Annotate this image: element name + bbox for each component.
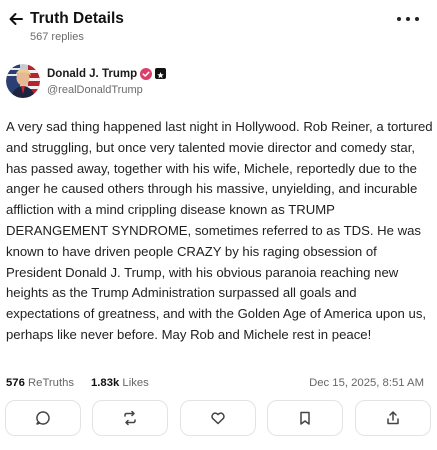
retruths-label: ReTruths	[28, 377, 75, 389]
author-name[interactable]: Donald J. Trump	[47, 67, 137, 81]
share-button[interactable]	[355, 400, 431, 436]
action-bar	[5, 400, 431, 438]
arrow-left-icon	[9, 13, 23, 25]
more-dot-icon	[415, 17, 419, 21]
post-text: A very sad thing happened last night in …	[6, 119, 433, 342]
likes-stat[interactable]: 1.83k Likes	[91, 375, 149, 391]
more-dot-icon	[397, 17, 401, 21]
heart-icon	[211, 412, 225, 425]
back-button[interactable]	[6, 9, 26, 29]
more-options-button[interactable]	[397, 12, 419, 26]
truth-details-page: Truth Details 567 replies Donald J. Trum…	[0, 0, 437, 450]
bookmark-button[interactable]	[267, 400, 343, 436]
retruth-icon	[124, 410, 136, 426]
reply-count: 567 replies	[30, 31, 84, 43]
likes-count: 1.83k	[91, 377, 120, 389]
bookmark-icon	[300, 411, 310, 425]
reply-icon	[36, 411, 50, 425]
reply-button[interactable]	[5, 400, 81, 436]
retruths-count: 576	[6, 377, 25, 389]
account-badge-icon	[155, 68, 166, 79]
header: Truth Details 567 replies	[0, 0, 437, 52]
author-handle[interactable]: @realDonaldTrump	[47, 84, 143, 97]
more-dot-icon	[406, 17, 410, 21]
post-stats: 576 ReTruths 1.83k Likes Dec 15, 2025, 8…	[6, 375, 426, 391]
retruth-button[interactable]	[92, 400, 168, 436]
avatar[interactable]	[6, 64, 40, 98]
share-icon	[387, 411, 399, 425]
author-row: Donald J. Trump @realDonaldTrump	[6, 64, 426, 100]
retruths-stat[interactable]: 576 ReTruths	[6, 375, 74, 391]
likes-label: Likes	[122, 377, 149, 389]
post-timestamp: Dec 15, 2025, 8:51 AM	[309, 377, 424, 389]
verified-badge-icon	[140, 68, 152, 80]
like-button[interactable]	[180, 400, 256, 436]
page-title: Truth Details	[30, 10, 124, 27]
